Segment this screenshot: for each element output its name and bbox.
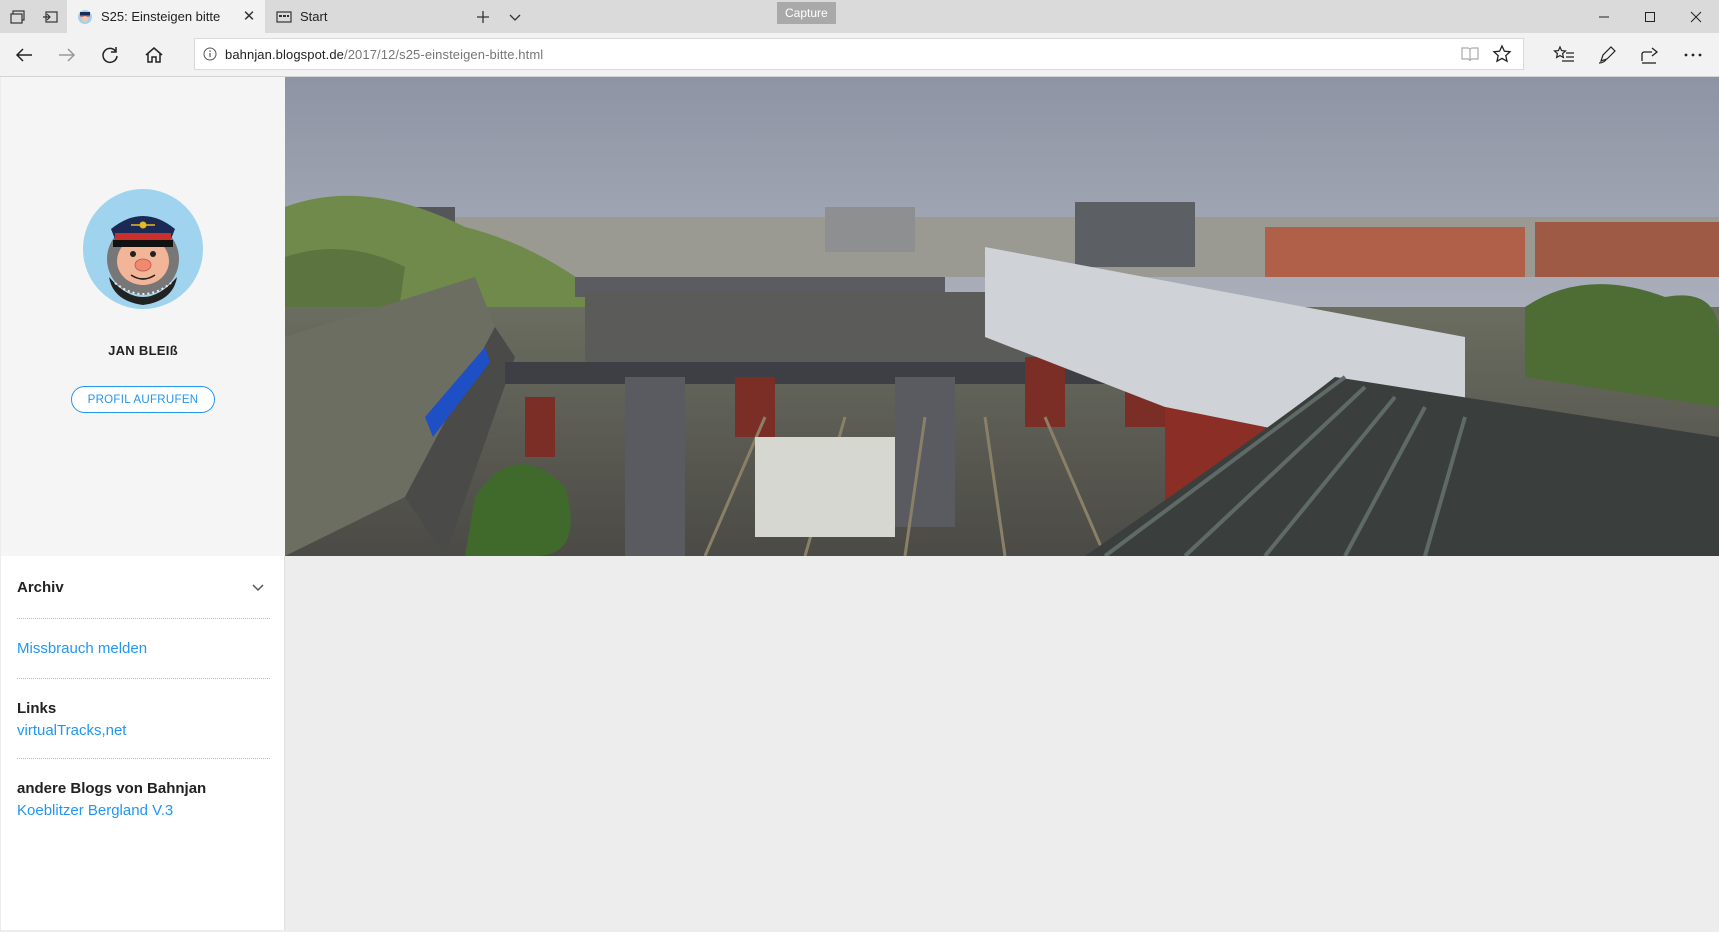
new-tab-icon[interactable] [467, 0, 499, 33]
profile-name: JAN BLEIß [108, 343, 178, 358]
set-aside-tabs-icon[interactable] [34, 0, 66, 33]
blog-sidebar: JAN BLEIß PROFIL AUFRUFEN Archiv Missbra… [1, 77, 285, 930]
close-tab-icon[interactable]: ✕ [241, 8, 257, 25]
address-bar[interactable]: bahnjan.blogspot.de/2017/12/s25-einsteig… [194, 38, 1524, 70]
capture-label: Capture [777, 2, 836, 24]
divider [17, 678, 270, 679]
view-profile-button[interactable]: PROFIL AUFRUFEN [71, 386, 215, 413]
hero-image-train-station [285, 77, 1719, 556]
minimize-icon[interactable] [1581, 0, 1627, 33]
home-icon[interactable] [138, 39, 170, 71]
browser-tab-bar: S25: Einsteigen bitte ✕ Start Capture [0, 0, 1719, 33]
tab-previews-chevron-icon[interactable] [499, 0, 531, 33]
profile-avatar[interactable] [83, 189, 203, 309]
report-abuse-widget: Missbrauch melden [17, 640, 270, 658]
other-blogs-title: andere Blogs von Bahnjan [17, 780, 207, 797]
new-tab-page-icon [276, 9, 292, 25]
archive-widget-header[interactable]: Archiv [17, 579, 270, 601]
archive-title: Archiv [17, 579, 64, 596]
koeblitzer-bergland-link[interactable]: Koeblitzer Bergland V.3 [17, 802, 173, 819]
forward-icon[interactable] [51, 39, 83, 71]
tab-label: S25: Einsteigen bitte [101, 9, 221, 24]
tab-start[interactable]: Start [266, 0, 465, 33]
share-icon[interactable] [1634, 39, 1666, 71]
url-path: /2017/12/s25-einsteigen-bitte.html [344, 46, 544, 62]
divider [17, 618, 270, 619]
web-notes-pen-icon[interactable] [1591, 39, 1623, 71]
back-icon[interactable] [8, 39, 40, 71]
links-widget: Links virtualTracks,net [17, 700, 270, 740]
chevron-down-icon[interactable] [250, 579, 266, 595]
other-blogs-widget: andere Blogs von Bahnjan Koeblitzer Berg… [17, 780, 270, 820]
favorite-star-icon[interactable] [1486, 38, 1518, 70]
reading-view-icon[interactable] [1454, 38, 1486, 70]
tab-s25-einsteigen-bitte[interactable]: S25: Einsteigen bitte ✕ [67, 0, 265, 33]
browser-toolbar: bahnjan.blogspot.de/2017/12/s25-einsteig… [0, 33, 1719, 77]
favorites-hub-icon[interactable] [1548, 39, 1580, 71]
main-content-area [285, 556, 1719, 932]
profile-section: JAN BLEIß PROFIL AUFRUFEN [1, 77, 285, 556]
close-window-icon[interactable] [1673, 0, 1719, 33]
maximize-icon[interactable] [1627, 0, 1673, 33]
tab-manager-icon[interactable] [2, 0, 34, 33]
links-title: Links [17, 700, 57, 717]
url-host: bahnjan.blogspot.de [225, 46, 345, 62]
more-options-icon[interactable] [1677, 39, 1709, 71]
blog-favicon-icon [77, 9, 93, 25]
site-info-icon[interactable] [195, 47, 225, 61]
refresh-icon[interactable] [94, 39, 126, 71]
tab-label: Start [300, 9, 328, 24]
url-text: bahnjan.blogspot.de/2017/12/s25-einsteig… [225, 47, 543, 62]
divider [17, 758, 270, 759]
report-abuse-link[interactable]: Missbrauch melden [17, 640, 147, 657]
virtualtracks-link[interactable]: virtualTracks,net [17, 722, 126, 739]
